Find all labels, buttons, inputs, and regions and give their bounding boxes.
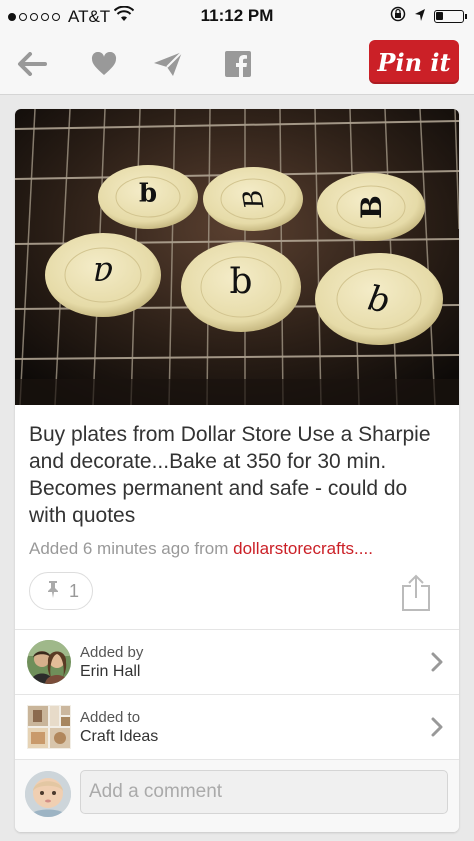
plate: B <box>317 173 425 241</box>
current-user-avatar <box>25 771 71 817</box>
status-bar: AT&T 11:12 PM <box>0 0 474 32</box>
pin-it-button[interactable]: Pin it <box>369 40 459 84</box>
board-name: Craft Ideas <box>80 728 159 745</box>
plate: a <box>45 233 161 317</box>
pin-meta: Added 6 minutes ago from dollarstorecraf… <box>29 539 373 559</box>
back-arrow-icon[interactable] <box>16 48 48 80</box>
pin-image[interactable]: q B B a q b <box>15 109 459 405</box>
added-by-label: Added by <box>80 644 144 661</box>
heart-icon[interactable] <box>88 48 120 80</box>
board-thumbnail <box>27 705 71 749</box>
chevron-right-icon <box>431 717 443 742</box>
plate-letter: a <box>93 254 113 294</box>
status-right <box>390 6 467 27</box>
plate-letter: q <box>139 181 157 211</box>
plate: q <box>98 165 198 229</box>
send-icon[interactable] <box>152 48 184 80</box>
pin-description: Buy plates from Dollar Store Use a Sharp… <box>29 423 431 527</box>
chevron-right-icon <box>431 652 443 677</box>
rotation-lock-icon <box>390 6 406 27</box>
pin-source-link[interactable]: dollarstorecrafts.... <box>233 539 373 558</box>
pin-card: q B B a q b Buy plates from Dollar Store… <box>15 109 459 832</box>
share-icon[interactable] <box>401 574 431 617</box>
pin-icon <box>43 580 63 603</box>
added-by-row[interactable]: Added by Erin Hall <box>15 629 459 694</box>
added-to-row[interactable]: Added to Craft Ideas <box>15 694 459 759</box>
pin-toolbar: Pin it <box>0 32 474 95</box>
comment-row <box>15 759 459 832</box>
facebook-icon[interactable] <box>222 48 254 80</box>
pin-added-time: Added 6 minutes ago from <box>29 539 234 558</box>
plate-letter: q <box>229 265 252 306</box>
added-to-label: Added to <box>80 709 141 726</box>
repin-count-button[interactable]: 1 <box>29 572 93 610</box>
plate-letter: B <box>355 195 388 219</box>
location-icon <box>414 7 426 27</box>
repin-count: 1 <box>68 580 79 601</box>
battery-icon <box>434 10 467 23</box>
user-avatar <box>27 640 71 684</box>
comment-input[interactable] <box>80 770 448 814</box>
added-by-name: Erin Hall <box>80 663 141 680</box>
plate: B <box>203 167 303 231</box>
plate: b <box>315 253 443 345</box>
plate: q <box>181 242 301 332</box>
